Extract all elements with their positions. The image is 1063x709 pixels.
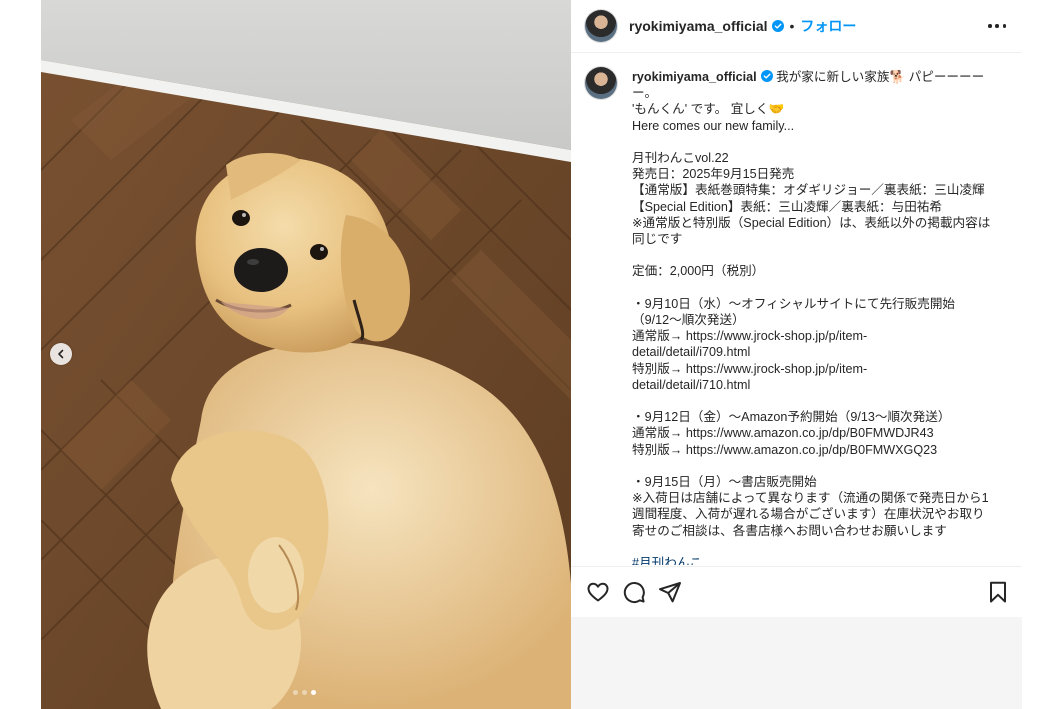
caption-username[interactable]: ryokimiyama_official: [632, 70, 757, 84]
caption-line: ・9月15日（月）～書店販売開始: [632, 475, 817, 490]
carousel-prev-button[interactable]: [50, 343, 72, 365]
caption-line: 'もんくん' です。 宜しく🤝: [632, 102, 785, 117]
caption-scroll-area[interactable]: ryokimiyama_official 我が家に新しい家族🐕 パピーーーー ー…: [571, 53, 1022, 565]
caption-line: ・9月12日（金）～Amazon予約開始（9/13～順次発送）: [632, 410, 951, 425]
paper-plane-icon[interactable]: [658, 580, 682, 604]
puppy-photo: [41, 0, 571, 709]
carousel-dot: [302, 690, 307, 695]
caption-line: ※入荷日は店舗によって異なります（流通の関係で発売日から1: [632, 491, 989, 506]
caption-line: 月刊わんこvol.22: [632, 151, 729, 166]
caption-line: ※通常版と特別版（Special Edition）は、表紙以外の掲載内容は: [632, 215, 991, 230]
caption-line: 通常版→ https://www.jrock-shop.jp/p/item-: [632, 329, 868, 344]
more-options-button[interactable]: [988, 18, 1006, 34]
separator-dot: •: [789, 18, 795, 34]
caption-line: ー。: [632, 86, 658, 101]
caption-line: 我が家に新しい家族🐕 パピーーーー: [776, 70, 985, 84]
chevron-left-icon: [58, 349, 64, 359]
caption-line: 特別版→ https://www.jrock-shop.jp/p/item-: [632, 361, 868, 376]
post-header: ryokimiyama_official • フォロー: [571, 0, 1022, 52]
caption-line: （9/12～順次発送）: [632, 313, 745, 328]
caption-line: detail/detail/i710.html: [632, 377, 751, 392]
comment-icon[interactable]: [622, 580, 646, 604]
header-username[interactable]: ryokimiyama_official: [629, 18, 768, 34]
bookmark-icon[interactable]: [986, 580, 1010, 604]
comments-placeholder: [571, 617, 1022, 709]
post-photo[interactable]: [41, 0, 571, 709]
more-horizontal-icon: [995, 24, 999, 28]
caption-line: ・9月10日（水）～オフィシャルサイトにて先行販売開始: [632, 296, 956, 311]
more-horizontal-icon: [1002, 24, 1006, 28]
caption-line: 【通常版】表紙巻頭特集：オダギリジョー／裏表紙：三山凌輝: [632, 183, 985, 198]
avatar[interactable]: [585, 10, 617, 42]
caption-line: detail/detail/i709.html: [632, 345, 751, 360]
instagram-post: ryokimiyama_official • フォロー ryokimiyama_…: [41, 0, 1022, 709]
caption-line: Here comes our new family...: [632, 118, 795, 133]
carousel-dot-active: [311, 690, 316, 695]
caption-line: 発売日：2025年9月15日発売: [632, 167, 795, 182]
more-horizontal-icon: [988, 24, 992, 28]
caption-text: 我が家に新しい家族🐕 パピーーーー ー。 'もんくん' です。 宜しく🤝 Her…: [632, 70, 990, 565]
caption-line: 寄せのご相談は、各書店様へお問い合わせお願いします: [632, 523, 947, 538]
caption-line: 同じです: [632, 232, 683, 247]
post-side-panel: ryokimiyama_official • フォロー ryokimiyama_…: [571, 0, 1022, 709]
verified-badge-icon: [771, 20, 784, 32]
hashtag-link[interactable]: #月刊わんこ: [632, 556, 702, 565]
carousel-indicator: [293, 690, 316, 695]
caption-line: 特別版→ https://www.amazon.co.jp/dp/B0FMWXG…: [632, 442, 938, 457]
caption-line: 定価：2,000円（税別）: [632, 264, 765, 279]
heart-icon[interactable]: [586, 580, 610, 604]
caption-avatar[interactable]: [585, 67, 617, 99]
action-bar: [571, 567, 1022, 617]
post-caption: ryokimiyama_official 我が家に新しい家族🐕 パピーーーー ー…: [632, 69, 1002, 565]
verified-badge-icon: [760, 70, 773, 82]
caption-line: 通常版→ https://www.amazon.co.jp/dp/B0FMWDJ…: [632, 426, 934, 441]
caption-line: 週間程度、入荷が遅れる場合がございます）在庫状況やお取り: [632, 507, 985, 522]
carousel-dot: [293, 690, 298, 695]
caption-line: 【Special Edition】表紙：三山凌輝／裏表紙：与田祐希: [632, 199, 942, 214]
follow-button[interactable]: フォロー: [800, 16, 856, 36]
